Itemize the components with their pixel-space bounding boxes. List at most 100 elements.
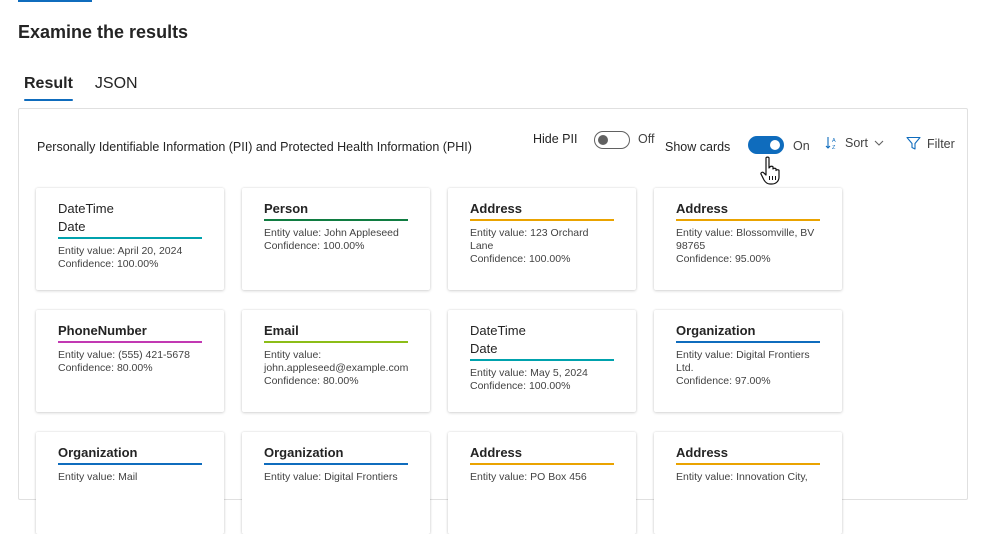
entity-color-bar <box>58 237 202 239</box>
filter-icon <box>906 136 921 150</box>
entity-card[interactable]: Organization Entity value: Digital Fronti… <box>654 310 842 412</box>
entity-value: Entity value: (555) 421-5678 <box>58 349 190 361</box>
hand-cursor-icon <box>760 156 780 185</box>
entity-color-bar <box>676 341 820 343</box>
entity-value: Entity value: April 20, 2024 <box>58 245 183 257</box>
results-toolbar: Personally Identifiable Information (PII… <box>37 131 967 185</box>
sort-icon: A Z <box>825 137 836 150</box>
show-cards-toggle[interactable] <box>748 136 784 154</box>
entity-category: Address <box>676 201 729 216</box>
entity-card-body: Address Entity value: Blossomville, BV 98… <box>676 201 820 266</box>
page-title: Examine the results <box>18 22 189 42</box>
entity-value: Entity value: Blossomville, BV 98765 <box>676 227 815 252</box>
entity-card-body: PhoneNumber Entity value: (555) 421-5678 C… <box>58 323 202 375</box>
filter-label: Filter <box>927 136 955 151</box>
entity-card-body: Email Entity value: john.appleseed@exampl… <box>264 323 408 388</box>
entity-category: Organization <box>676 323 756 338</box>
show-cards-label: Show cards <box>665 140 731 154</box>
entity-details: Entity value: 123 Orchard Lane Confidence… <box>470 227 614 266</box>
entity-card[interactable]: Address Entity value: 123 Orchard Lane Con… <box>448 188 636 290</box>
entity-color-bar <box>264 219 408 221</box>
entity-category: DateTime <box>470 323 526 338</box>
entity-value: Entity value: 123 Orchard Lane <box>470 227 589 252</box>
entity-details: Entity value: Blossomville, BV 98765 Conf… <box>676 227 820 266</box>
entity-confidence: Confidence: 100.00% <box>470 380 571 392</box>
entity-category: Organization <box>58 445 138 460</box>
entity-card[interactable]: PhoneNumber Entity value: (555) 421-5678 C… <box>36 310 224 412</box>
entity-confidence: Confidence: 100.00% <box>264 240 365 252</box>
top-accent-bar <box>18 0 92 2</box>
entity-details: Entity value: Digital Frontiers Ltd. Conf… <box>676 349 820 388</box>
sort-label: Sort <box>845 136 868 150</box>
entity-subcategory: Date <box>58 219 86 234</box>
entity-details: Entity value: May 5, 2024 Confidence: 100… <box>470 367 614 393</box>
entity-color-bar <box>470 463 614 465</box>
hide-pii-state: Off <box>638 132 655 146</box>
tab-result[interactable]: Result <box>24 75 73 101</box>
entity-card-body: Address Entity value: PO Box 456 <box>470 445 614 484</box>
entity-details: Entity value: john.appleseed@example.com… <box>264 349 408 388</box>
hide-pii-label: Hide PII <box>533 132 578 146</box>
entity-value: Entity value: Mail <box>58 471 138 483</box>
entity-color-bar <box>676 219 820 221</box>
entity-category: DateTime <box>58 201 114 216</box>
entity-card-body: Person Entity value: John Appleseed Confid… <box>264 201 408 253</box>
entity-card-body: DateTime Date Entity value: April 20, 2024… <box>58 201 202 271</box>
toggle-knob <box>598 135 608 145</box>
entity-color-bar <box>58 341 202 343</box>
entity-card-body: Organization Entity value: Digital Fronti… <box>264 445 408 484</box>
entity-card-body: DateTime Date Entity value: May 5, 2024 Con… <box>470 323 614 393</box>
entity-card-body: Address Entity value: 123 Orchard Lane Con… <box>470 201 614 266</box>
entity-color-bar <box>264 341 408 343</box>
svg-text:Z: Z <box>832 145 836 150</box>
entity-color-bar <box>264 463 408 465</box>
entity-card[interactable]: Address Entity value: Blossomville, BV 98… <box>654 188 842 290</box>
entity-value: Entity value: Digital Frontiers <box>264 471 398 483</box>
entity-category: Address <box>470 201 523 216</box>
entity-confidence: Confidence: 95.00% <box>676 253 771 265</box>
entity-color-bar <box>58 463 202 465</box>
entity-card[interactable]: DateTime Date Entity value: May 5, 2024 Con… <box>448 310 636 412</box>
chevron-down-icon <box>874 140 884 146</box>
entity-card[interactable]: Address Entity value: Innovation City, <box>654 432 842 534</box>
entity-card[interactable]: Person Entity value: John Appleseed Confid… <box>242 188 430 290</box>
entity-confidence: Confidence: 100.00% <box>470 253 571 265</box>
entity-card[interactable]: DateTime Date Entity value: April 20, 2024… <box>36 188 224 290</box>
entity-value: Entity value: John Appleseed <box>264 227 399 239</box>
entity-details: Entity value: PO Box 456 <box>470 471 614 484</box>
entity-confidence: Confidence: 97.00% <box>676 375 771 387</box>
entity-card[interactable]: Organization Entity value: Digital Fronti… <box>242 432 430 534</box>
entity-category: Person <box>264 201 309 216</box>
entity-value: Entity value: Innovation City, <box>676 471 808 483</box>
show-cards-state: On <box>793 139 810 153</box>
entity-color-bar <box>470 219 614 221</box>
entity-card-body: Organization Entity value: Mail <box>58 445 202 484</box>
entity-confidence: Confidence: 80.00% <box>264 375 359 387</box>
entity-card[interactable]: Organization Entity value: Mail <box>36 432 224 534</box>
entity-category: Address <box>470 445 523 460</box>
entity-details: Entity value: Mail <box>58 471 202 484</box>
entity-color-bar <box>676 463 820 465</box>
entity-card-body: Address Entity value: Innovation City, <box>676 445 820 484</box>
entity-color-bar <box>470 359 614 361</box>
entity-category: Organization <box>264 445 344 460</box>
entity-confidence: Confidence: 100.00% <box>58 258 159 270</box>
entity-value: Entity value: PO Box 456 <box>470 471 587 483</box>
entity-value: Entity value: Digital Frontiers Ltd. <box>676 349 810 374</box>
entity-category: Email <box>264 323 299 338</box>
entity-value: Entity value: May 5, 2024 <box>470 367 588 379</box>
entity-value: Entity value: john.appleseed@example.com <box>264 349 409 374</box>
entity-subcategory: Date <box>470 341 498 356</box>
entity-card[interactable]: Address Entity value: PO Box 456 <box>448 432 636 534</box>
sort-button[interactable]: A Z Sort <box>825 136 884 150</box>
entity-details: Entity value: Digital Frontiers <box>264 471 408 484</box>
hide-pii-toggle[interactable] <box>594 131 630 149</box>
entity-details: Entity value: John Appleseed Confidence: … <box>264 227 408 253</box>
entity-category: Address <box>676 445 729 460</box>
result-tabs: Result JSON <box>24 75 138 101</box>
entity-details: Entity value: April 20, 2024 Confidence: … <box>58 245 202 271</box>
tab-json[interactable]: JSON <box>95 75 138 99</box>
filter-button[interactable]: Filter <box>906 136 955 151</box>
toggle-knob <box>770 140 780 150</box>
entity-card[interactable]: Email Entity value: john.appleseed@exampl… <box>242 310 430 412</box>
